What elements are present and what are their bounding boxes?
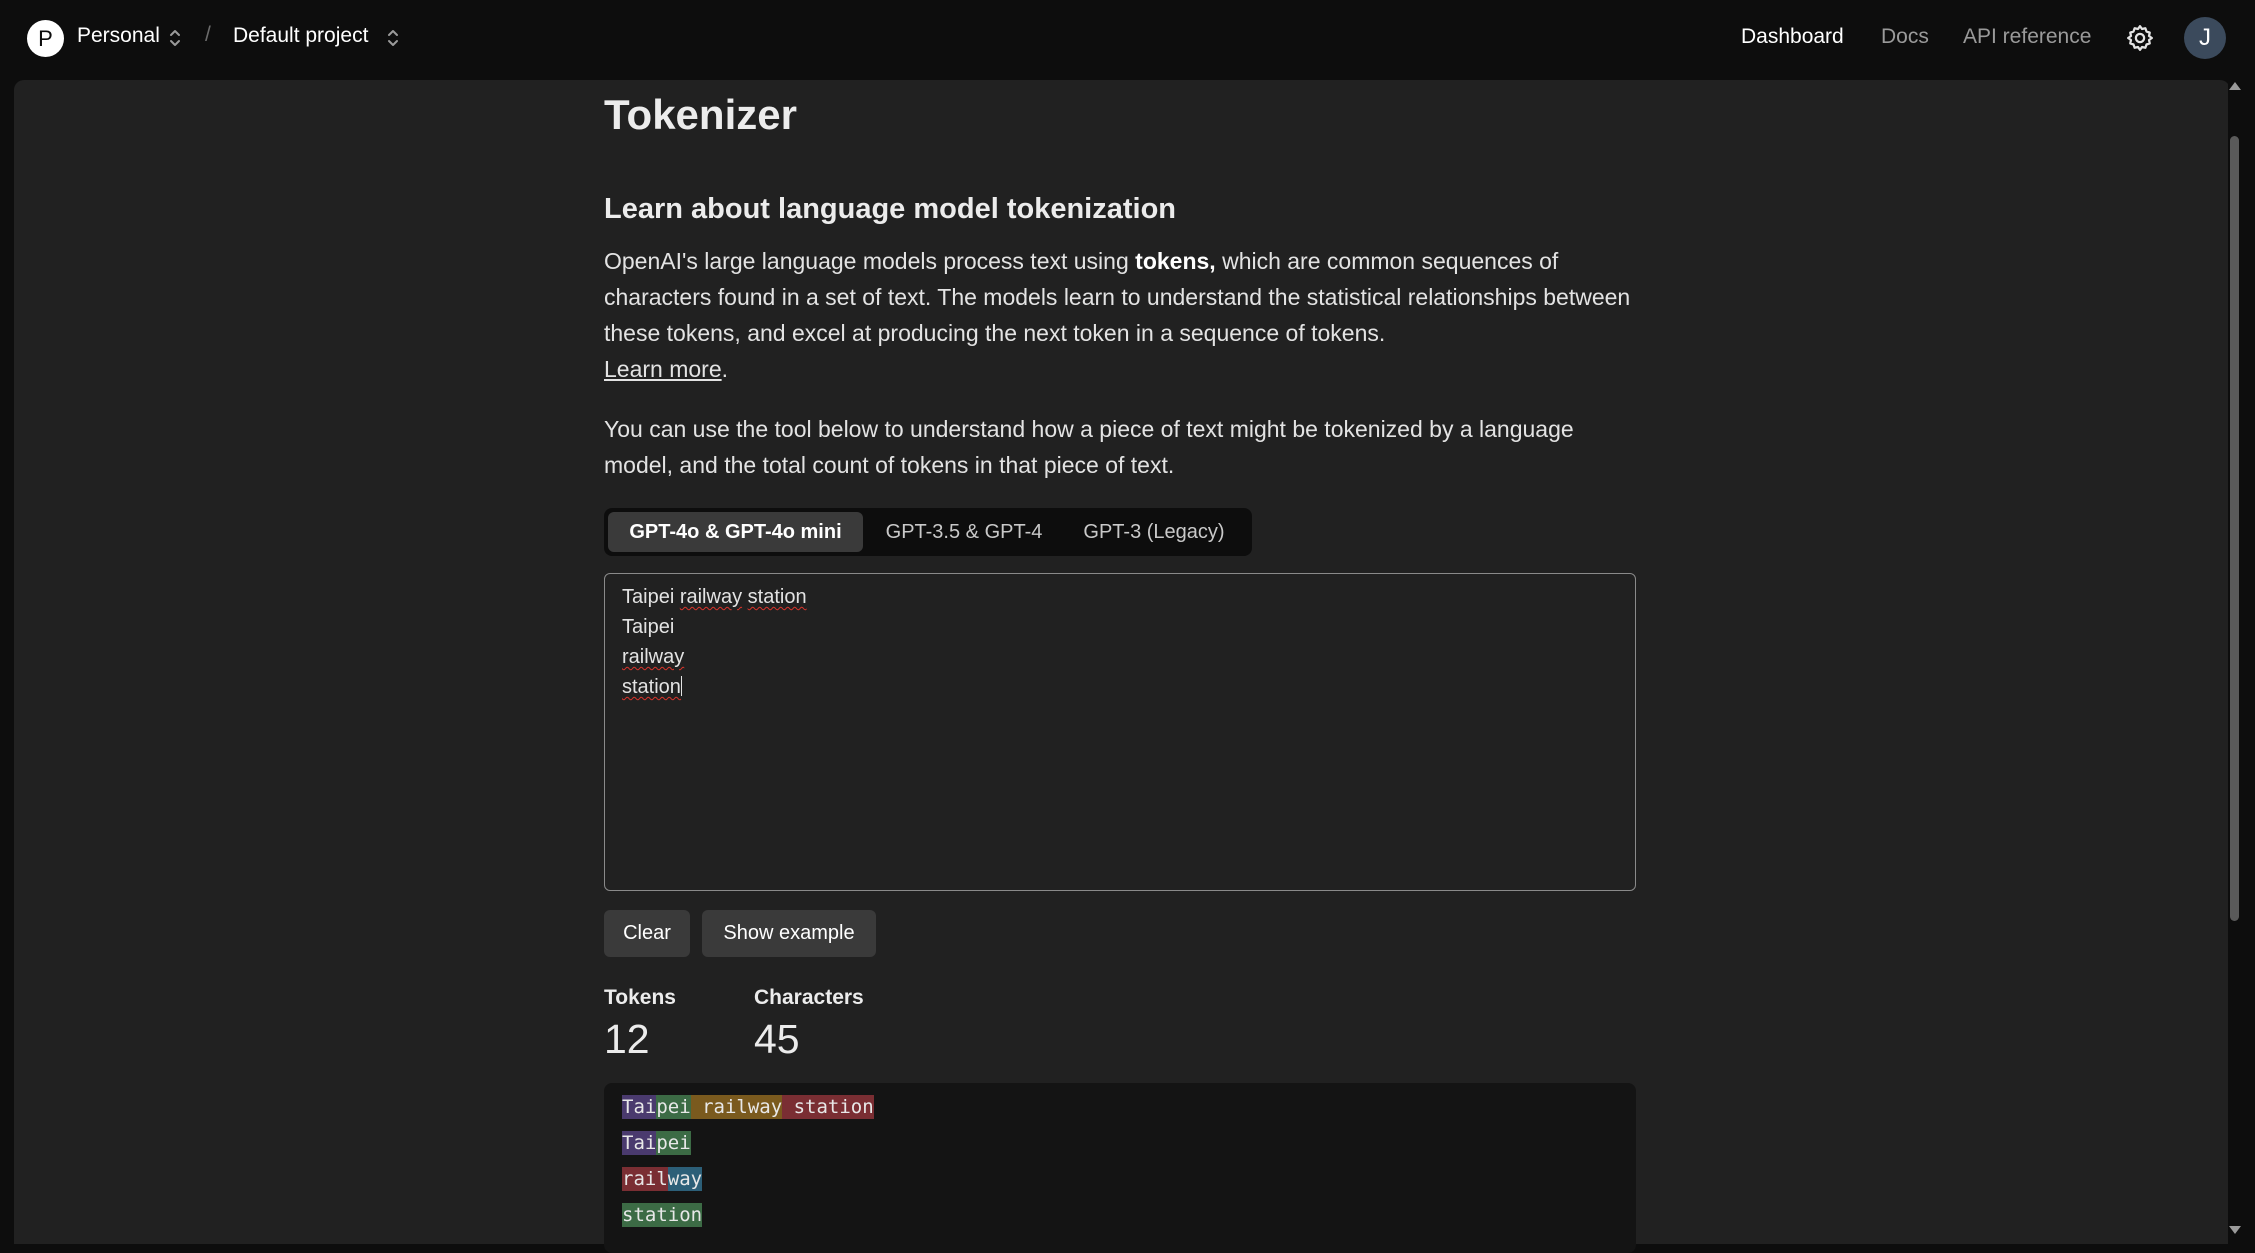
show-example-button[interactable]: Show example (702, 910, 876, 957)
org-avatar[interactable]: P (27, 20, 64, 57)
tokens-count: 12 (604, 1016, 650, 1062)
text-input[interactable]: Taipei railway station Taipei railway st… (604, 573, 1636, 891)
token-output: Taipei railway station Taipei railway stati… (604, 1083, 1636, 1253)
user-avatar[interactable]: J (2184, 17, 2226, 59)
chevron-up-down-icon[interactable] (386, 27, 400, 49)
top-bar: P Personal / Default project Dashboard D… (0, 0, 2255, 78)
model-tabs: GPT-4o & GPT-4o mini GPT-3.5 & GPT-4 GPT… (604, 508, 1252, 556)
token-chip: pei (656, 1131, 691, 1155)
org-selector[interactable]: Personal (77, 24, 160, 48)
token-line: station (622, 1201, 703, 1229)
tokens-label: Tokens (604, 986, 676, 1009)
input-line-text: Taipei railway station (622, 586, 807, 608)
token-chip: pei (656, 1095, 691, 1119)
intro-bold-text: tokens, (1135, 248, 1216, 274)
clear-button[interactable]: Clear (604, 910, 690, 957)
token-line: railway (622, 1165, 703, 1193)
scrollbar-thumb[interactable] (2230, 136, 2239, 921)
input-line-text: railway (622, 646, 685, 668)
input-line: Taipei (622, 616, 674, 639)
token-chip: way (667, 1167, 703, 1191)
input-line: railway (622, 646, 684, 669)
learn-more-suffix: . (721, 356, 729, 382)
scroll-up-arrow-icon[interactable] (2229, 82, 2241, 90)
intro-text: OpenAI's large language models process t… (604, 248, 1136, 274)
tab-gpt-3-5-gpt-4[interactable]: GPT-3.5 & GPT-4 (866, 512, 1062, 552)
token-chip: station (782, 1095, 874, 1119)
input-line: station (622, 676, 682, 699)
breadcrumb-separator: / (205, 23, 211, 46)
input-line: Taipei railway station (622, 586, 807, 609)
intro-paragraph: OpenAI's large language models process t… (604, 243, 1644, 387)
input-line-text: station (622, 676, 681, 698)
tab-gpt-4o[interactable]: GPT-4o & GPT-4o mini (608, 512, 863, 552)
token-chip: rail (622, 1167, 668, 1191)
tab-gpt-3-legacy[interactable]: GPT-3 (Legacy) (1064, 512, 1244, 552)
learn-more-link[interactable]: Learn more (604, 356, 722, 382)
project-selector[interactable]: Default project (233, 24, 368, 48)
nav-docs[interactable]: Docs (1881, 25, 1929, 49)
scroll-down-arrow-icon[interactable] (2229, 1226, 2241, 1234)
characters-label: Characters (754, 986, 864, 1009)
characters-count: 45 (754, 1016, 800, 1062)
gear-icon[interactable] (2125, 23, 2155, 53)
chevron-up-down-icon[interactable] (168, 27, 182, 49)
tool-description: You can use the tool below to understand… (604, 416, 1574, 478)
nav-dashboard[interactable]: Dashboard (1741, 25, 1844, 49)
nav-api-reference[interactable]: API reference (1963, 25, 2091, 49)
token-chip: Tai (622, 1131, 657, 1155)
token-chip: station (622, 1203, 703, 1227)
token-line: Taipei railway station (622, 1093, 874, 1121)
token-line: Taipei (622, 1129, 691, 1157)
token-chip: railway (690, 1095, 783, 1119)
input-line-text: Taipei (622, 616, 675, 638)
token-chip: Tai (622, 1095, 657, 1119)
page-title: Tokenizer (604, 91, 797, 138)
text-caret (680, 676, 682, 696)
section-heading: Learn about language model tokenization (604, 193, 1176, 225)
